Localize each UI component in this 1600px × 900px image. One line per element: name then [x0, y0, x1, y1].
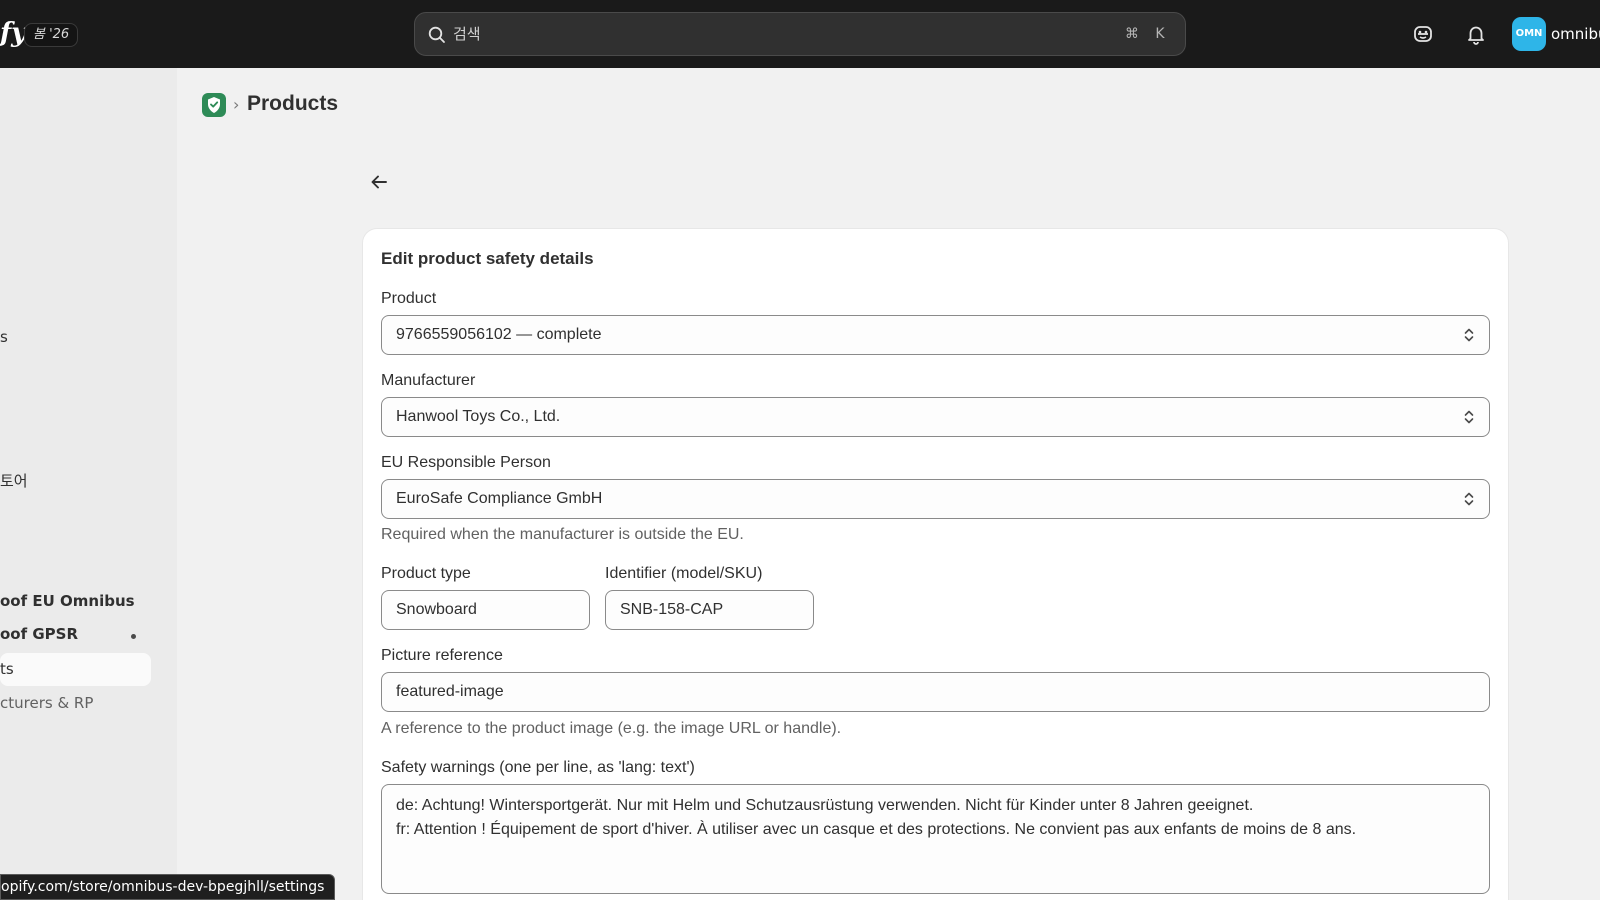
- search-icon: [428, 26, 445, 43]
- breadcrumb-chevron-icon: ›: [233, 95, 240, 114]
- eu-responsible-person-label: EU Responsible Person: [381, 454, 551, 471]
- pin-dot-icon: [131, 634, 136, 639]
- search-input[interactable]: [453, 21, 1013, 47]
- eu-responsible-person-value: EuroSafe Compliance GmbH: [396, 490, 603, 507]
- product-select-value: 9766559056102 — complete: [396, 326, 602, 343]
- manufacturer-label: Manufacturer: [381, 372, 476, 389]
- eu-responsible-person-help: Required when the manufacturer is outsid…: [381, 526, 744, 543]
- select-chevrons-icon: [1464, 410, 1474, 424]
- identifier-input[interactable]: SNB-158-CAP: [605, 590, 814, 630]
- sidebar-item-eu-omnibus[interactable]: oof EU Omnibus: [0, 590, 135, 612]
- form-title: Edit product safety details: [381, 249, 594, 268]
- sidebar-item-gpsr[interactable]: oof GPSR: [0, 623, 78, 645]
- product-safety-form-card: Edit product safety details Product 9766…: [363, 229, 1508, 900]
- select-chevrons-icon: [1464, 492, 1474, 506]
- picture-reference-label: Picture reference: [381, 647, 503, 664]
- manufacturer-select-value: Hanwool Toys Co., Ltd.: [396, 408, 561, 425]
- shopify-logo[interactable]: fy: [0, 18, 26, 48]
- edition-badge[interactable]: 봄 '26: [24, 23, 79, 47]
- picture-reference-help: A reference to the product image (e.g. t…: [381, 720, 842, 737]
- sidebar-item-online-store[interactable]: 토어: [0, 470, 28, 492]
- safety-warnings-textarea[interactable]: de: Achtung! Wintersportgerät. Nur mit H…: [381, 784, 1490, 894]
- store-name[interactable]: omnibu: [1551, 23, 1600, 45]
- link-preview-status-bar: opify.com/store/omnibus-dev-bpegjhll/set…: [0, 874, 336, 900]
- product-type-value: Snowboard: [396, 601, 477, 618]
- top-bar: fy 봄 '26 ⌘ K OMN omnibu: [0, 0, 1600, 68]
- eu-responsible-person-select[interactable]: EuroSafe Compliance GmbH: [381, 479, 1490, 519]
- sidebar-subitem-products[interactable]: ts: [0, 658, 14, 680]
- arrow-left-icon: [371, 175, 387, 189]
- identifier-label: Identifier (model/SKU): [605, 565, 763, 582]
- sidebar-subitem-manufacturers[interactable]: cturers & RP: [0, 692, 93, 714]
- product-type-input[interactable]: Snowboard: [381, 590, 590, 630]
- back-button[interactable]: [366, 169, 392, 195]
- product-type-label: Product type: [381, 565, 471, 582]
- picture-reference-value: featured-image: [396, 683, 504, 700]
- sidebar-active-highlight: [0, 653, 151, 686]
- safety-warning-line-fr: fr: Attention ! Équipement de sport d'hi…: [396, 821, 1357, 838]
- gpsr-app-shield-icon[interactable]: [202, 93, 226, 117]
- page-title: Products: [247, 92, 339, 115]
- picture-reference-input[interactable]: featured-image: [381, 672, 1490, 712]
- safety-warnings-label: Safety warnings (one per line, as 'lang:…: [381, 759, 695, 776]
- manufacturer-select[interactable]: Hanwool Toys Co., Ltd.: [381, 397, 1490, 437]
- identifier-value: SNB-158-CAP: [620, 601, 724, 618]
- safety-warning-line-de: de: Achtung! Wintersportgerät. Nur mit H…: [396, 797, 1254, 814]
- product-select[interactable]: 9766559056102 — complete: [381, 315, 1490, 355]
- shortcut-k-key: K: [1155, 26, 1165, 42]
- select-chevrons-icon: [1464, 328, 1474, 342]
- sidekick-icon[interactable]: [1411, 22, 1435, 46]
- bell-icon[interactable]: [1464, 22, 1488, 46]
- shortcut-cmd-key: ⌘: [1125, 26, 1139, 42]
- sidebar-item-products[interactable]: s: [0, 326, 8, 348]
- product-label: Product: [381, 290, 437, 307]
- search-bar[interactable]: ⌘ K: [414, 12, 1186, 56]
- store-avatar[interactable]: OMN: [1512, 17, 1546, 51]
